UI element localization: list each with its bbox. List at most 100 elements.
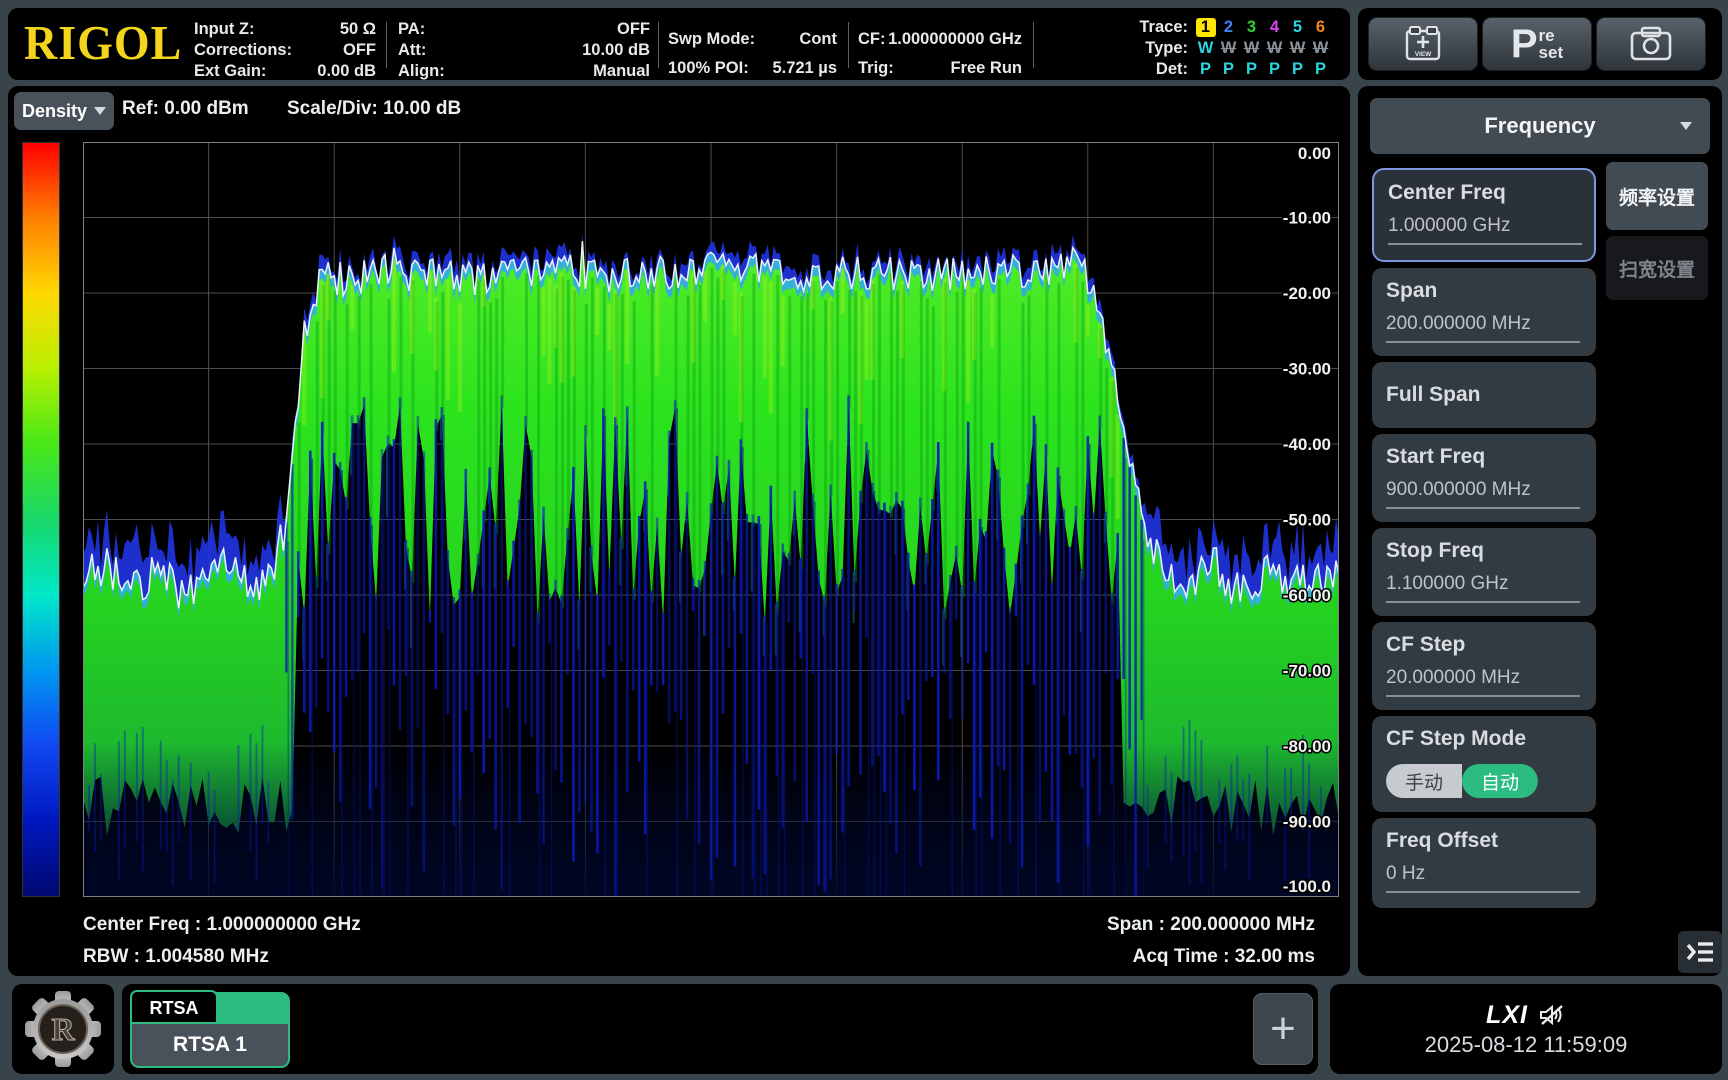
add-task-button[interactable]: + (1253, 993, 1313, 1065)
trace-det-2[interactable]: P (1217, 59, 1240, 80)
trace-det-label: Det: (1042, 59, 1194, 80)
trace-active-badge: 1 (1196, 18, 1216, 37)
display-mode-dropdown[interactable]: Density (14, 92, 114, 130)
preset-button[interactable]: P re set (1482, 17, 1592, 71)
status-label: Trig: (858, 54, 894, 83)
status-value: 5.721 µs (772, 54, 837, 83)
rtsa1-tab[interactable]: RTSA 1 (130, 1022, 290, 1068)
menu-button-cf-step[interactable]: CF Step20.000000 MHz (1372, 622, 1596, 710)
status-row: 100% POI: 5.721 µs (668, 54, 837, 83)
trace-type-2[interactable]: W (1217, 38, 1240, 59)
footer-acq-time: Acq Time : 32.00 ms (1133, 946, 1315, 968)
trace-det-4[interactable]: P (1263, 59, 1286, 80)
datetime-label: 2025-08-12 11:59:09 (1425, 1032, 1628, 1058)
status-value: 0.00 dB (317, 61, 376, 82)
status-value: Manual (593, 61, 650, 82)
status-label: CF: (858, 25, 886, 54)
view-button[interactable]: VIEW (1368, 17, 1478, 71)
svg-text:-100.0: -100.0 (1283, 877, 1331, 896)
status-label: PA: (398, 19, 425, 40)
settings-tab-1[interactable]: 频率设置 (1606, 162, 1708, 230)
top-status-bar: RIGOL Trace:123456Type:WWWWWWDet:PPPPPP … (8, 8, 1350, 80)
trace-det-1[interactable]: P (1194, 59, 1217, 80)
menu-button-span[interactable]: Span 200.000000 MHz (1372, 268, 1596, 356)
svg-text:-50.00: -50.00 (1283, 511, 1331, 530)
topbar-divider (658, 22, 659, 68)
toggle-option-auto[interactable]: 自动 (1462, 764, 1538, 798)
system-logo-box[interactable]: R (12, 984, 114, 1074)
status-value: Free Run (950, 54, 1022, 83)
menu-button-label: Full Span (1386, 382, 1481, 408)
svg-text:-90.00: -90.00 (1283, 813, 1331, 832)
settings-tab-2[interactable]: 扫宽设置 (1606, 236, 1708, 300)
topbar-divider (386, 22, 387, 68)
scale-per-div-label: Scale/Div: 10.00 dB (287, 98, 461, 120)
svg-text:-80.00: -80.00 (1283, 737, 1331, 756)
svg-text:-20.00: -20.00 (1283, 284, 1331, 303)
topbar-divider (848, 22, 849, 68)
menu-button-label: Center Freq (1388, 180, 1580, 206)
trace-number-5[interactable]: 5 (1286, 17, 1309, 38)
trace-number-6[interactable]: 6 (1309, 17, 1332, 38)
svg-text:-60.00: -60.00 (1283, 586, 1331, 605)
trace-det-6[interactable]: P (1309, 59, 1332, 80)
preset-icon: P re set (1511, 26, 1563, 62)
trace-type-3[interactable]: W (1240, 38, 1263, 59)
trace-type-1[interactable]: W (1194, 38, 1217, 59)
trace-number-4[interactable]: 4 (1263, 17, 1286, 38)
menu-button-start-freq[interactable]: Start Freq 900.000000 MHz (1372, 434, 1596, 522)
top-buttons-panel: VIEW P re set (1358, 8, 1722, 80)
spectrum-display-panel: Density Ref: 0.00 dBm Scale/Div: 10.00 d… (8, 86, 1350, 976)
menu-button-value: 900.000000 MHz (1386, 479, 1580, 509)
trace-status-block: Trace:123456Type:WWWWWWDet:PPPPPP (1042, 17, 1348, 80)
menu-button-freq-offset[interactable]: Freq Offset0 Hz (1372, 818, 1596, 908)
panel-header-label: Frequency (1484, 113, 1595, 139)
ref-level-label: Ref: 0.00 dBm (122, 98, 249, 120)
menu-button-full-span[interactable]: Full Span (1372, 362, 1596, 428)
status-value: OFF (343, 40, 376, 61)
trace-number-1[interactable]: 1 (1194, 17, 1217, 38)
toggle-option-manual[interactable]: 手动 (1386, 764, 1462, 798)
status-label: 100% POI: (668, 54, 749, 83)
menu-expand-icon (1685, 939, 1715, 965)
speaker-muted-icon[interactable] (1538, 1003, 1566, 1027)
view-icon: VIEW (1401, 22, 1445, 66)
panel-header-dropdown[interactable]: Frequency (1370, 98, 1710, 154)
menu-buttons-column: Center Freq1.000000 GHz Span 200.000000 MH… (1372, 168, 1596, 914)
status-value: OFF (617, 19, 650, 40)
topbar-group-3: CF:1.000000000 GHzTrig:Free Run (858, 25, 1022, 83)
trace-number-2[interactable]: 2 (1217, 17, 1240, 38)
menu-button-value: 0 Hz (1386, 863, 1580, 893)
menu-expand-button[interactable] (1678, 931, 1722, 973)
trace-det-3[interactable]: P (1240, 59, 1263, 80)
camera-icon (1628, 24, 1674, 64)
footer-rbw: RBW : 1.004580 MHz (83, 946, 269, 968)
rtsa-tab-accent (216, 992, 290, 1024)
svg-text:R: R (51, 1011, 75, 1047)
status-row: PA: OFF (398, 19, 650, 40)
trace-label: Trace: (1042, 17, 1194, 38)
rigol-logo: RIGOL (24, 15, 182, 71)
trace-type-row: Type:WWWWWW (1042, 38, 1348, 59)
rtsa-task-tab[interactable]: RTSA RTSA 1 (130, 990, 290, 1056)
svg-text:-10.00: -10.00 (1283, 209, 1331, 228)
menu-button-center-freq[interactable]: Center Freq1.000000 GHz (1372, 168, 1596, 262)
menu-button-label: Span (1386, 278, 1582, 304)
trace-type-6[interactable]: W (1309, 38, 1332, 59)
screenshot-button[interactable] (1596, 17, 1706, 71)
trace-type-5[interactable]: W (1286, 38, 1309, 59)
trace-number-3[interactable]: 3 (1240, 17, 1263, 38)
menu-button-label: CF Step Mode (1386, 726, 1582, 752)
trace-type-4[interactable]: W (1263, 38, 1286, 59)
menu-button-label: Start Freq (1386, 444, 1582, 470)
trace-det-5[interactable]: P (1286, 59, 1309, 80)
spectrum-plot[interactable]: 0.00-10.00-20.00-30.00-40.00-50.00-60.00… (83, 142, 1339, 897)
display-mode-label: Density (22, 101, 87, 122)
menu-button-cf-step-mode[interactable]: CF Step Mode 手动自动 (1372, 716, 1596, 812)
svg-text:VIEW: VIEW (1415, 51, 1432, 58)
status-value: 10.00 dB (582, 40, 650, 61)
status-row: Trig: Free Run (858, 54, 1022, 83)
menu-button-value: 200.000000 MHz (1386, 313, 1580, 343)
menu-button-stop-freq[interactable]: Stop Freq1.100000 GHz (1372, 528, 1596, 616)
cf-step-mode-toggle[interactable]: 手动自动 (1386, 764, 1538, 798)
